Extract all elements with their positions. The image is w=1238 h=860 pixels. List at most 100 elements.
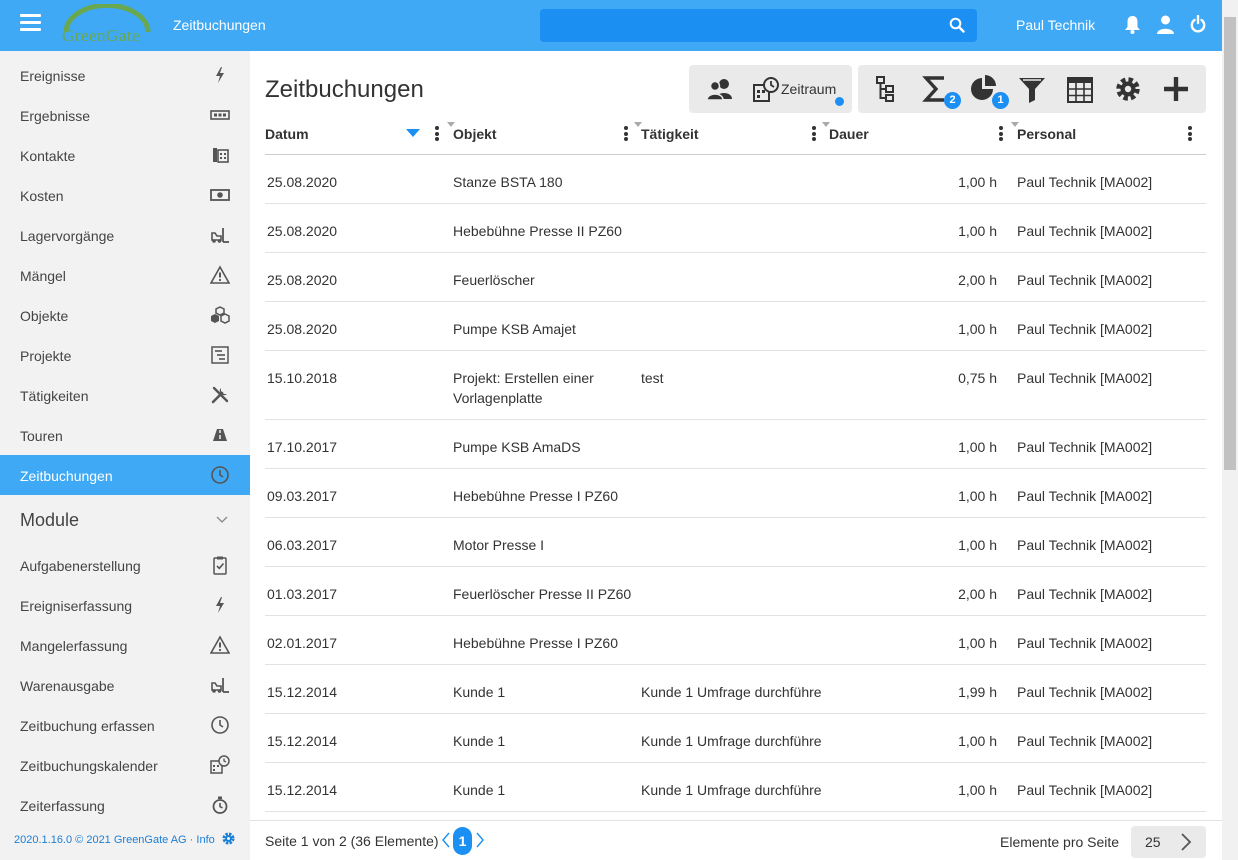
table-row[interactable]: 15.12.2014 Kunde 1 Kunde 1 Umfrage durch…: [265, 714, 1206, 763]
filter-icon[interactable]: [1017, 76, 1047, 104]
column-menu-dauer[interactable]: [999, 126, 1003, 141]
sidebar-item-ereignisse[interactable]: Ereignisse: [0, 55, 250, 95]
sidebar-item-label: Ereignisse: [20, 68, 86, 84]
stopwatch-icon: [212, 796, 228, 814]
sidebar-item-kontakte[interactable]: Kontakte: [0, 135, 250, 175]
cell-objekt: Kunde 1: [453, 733, 506, 749]
table-row[interactable]: 25.08.2020 Feuerlöscher 2,00 h Paul Tech…: [265, 253, 1206, 302]
table-row[interactable]: 17.10.2017 Pumpe KSB AmaDS 1,00 h Paul T…: [265, 420, 1206, 469]
column-menu-datum[interactable]: [435, 126, 439, 141]
table-icon[interactable]: [1065, 76, 1095, 104]
sort-descending-icon[interactable]: [406, 129, 420, 137]
per-page-select[interactable]: 25: [1131, 826, 1206, 858]
sidebar-item-kosten[interactable]: Kosten: [0, 175, 250, 215]
table-row[interactable]: 15.12.2014 Kunde 1 Kunde 1 Umfrage durch…: [265, 665, 1206, 714]
search-icon[interactable]: [949, 17, 965, 33]
column-header-datum[interactable]: Datum: [265, 126, 309, 142]
chevron-left-icon[interactable]: [441, 831, 451, 849]
sidebar-item-taetigkeiten[interactable]: Tätigkeiten: [0, 375, 250, 415]
table-row[interactable]: 06.03.2017 Motor Presse I 1,00 h Paul Te…: [265, 518, 1206, 567]
cell-objekt: Pumpe KSB AmaDS: [453, 439, 581, 455]
per-page-label: Elemente pro Seite: [1000, 834, 1120, 850]
clock-icon: [211, 466, 229, 484]
calendar-clock-icon: [210, 755, 230, 774]
sidebar-item-label: Zeitbuchungskalender: [20, 758, 158, 774]
page-button-current[interactable]: 1: [453, 827, 472, 855]
cell-personal: Paul Technik [MA002]: [1017, 272, 1153, 288]
sidebar-item-zeitbuchungen[interactable]: Zeitbuchungen: [0, 455, 250, 495]
version-info-link[interactable]: 2020.1.16.0 © 2021 GreenGate AG · Info: [14, 834, 215, 846]
chevron-down-icon: [216, 516, 228, 523]
cell-datum: 15.12.2014: [267, 684, 338, 700]
cell-datum: 15.10.2018: [267, 370, 338, 386]
users-icon[interactable]: [705, 76, 735, 104]
sidebar-item-label: Warenausgabe: [20, 678, 115, 694]
sidebar-item-label: Tätigkeiten: [20, 388, 89, 404]
chevron-right-icon[interactable]: [475, 831, 485, 849]
bell-icon[interactable]: [1124, 15, 1141, 34]
sum-badge: 2: [944, 92, 961, 109]
column-menu-taetigkeit[interactable]: [812, 126, 816, 141]
cubes-icon: [211, 306, 230, 324]
column-header-objekt[interactable]: Objekt: [453, 126, 497, 142]
sidebar-item-label: Kontakte: [20, 148, 76, 164]
cell-datum: 15.12.2014: [267, 782, 338, 798]
sidebar-item-label: Zeitbuchungen: [20, 468, 113, 484]
calendar-clock-icon[interactable]: [752, 76, 782, 104]
sidebar-item-warenausgabe[interactable]: Warenausgabe: [0, 665, 250, 705]
user-icon[interactable]: [1157, 15, 1174, 34]
zeitraum-button[interactable]: Zeitraum: [781, 81, 836, 97]
table-row[interactable]: 15.12.2014 Kunde 1 Kunde 1 Umfrage durch…: [265, 763, 1206, 812]
column-header-personal[interactable]: Personal: [1017, 126, 1076, 142]
page-scrollbar-thumb[interactable]: [1224, 17, 1236, 470]
pagination-summary: Seite 1 von 2 (36 Elemente): [265, 833, 439, 849]
warning-icon: [210, 265, 230, 284]
table-row[interactable]: 09.03.2017 Hebebühne Presse I PZ60 1,00 …: [265, 469, 1206, 518]
cell-datum: 25.08.2020: [267, 321, 338, 337]
tree-icon[interactable]: [871, 75, 901, 103]
counter-icon: [210, 110, 230, 120]
cell-dauer: 0,75 h: [958, 370, 997, 386]
sidebar-item-mangelerfassung[interactable]: Mangelerfassung: [0, 625, 250, 665]
phonebook-icon: [213, 148, 229, 163]
user-name[interactable]: Paul Technik: [1016, 17, 1095, 33]
version-footer: 2020.1.16.0 © 2021 GreenGate AG · Info: [0, 818, 250, 860]
cell-personal: Paul Technik [MA002]: [1017, 370, 1153, 386]
column-menu-personal[interactable]: [1188, 126, 1192, 141]
gear-icon[interactable]: [221, 831, 236, 846]
sidebar-item-zeitbuchungskalender[interactable]: Zeitbuchungskalender: [0, 745, 250, 785]
table-row[interactable]: 02.01.2017 Hebebühne Presse I PZ60 1,00 …: [265, 616, 1206, 665]
sidebar-item-label: Mängel: [20, 268, 66, 284]
table-row[interactable]: 25.08.2020 Stanze BSTA 180 1,00 h Paul T…: [265, 155, 1206, 204]
sidebar-item-maengel[interactable]: Mängel: [0, 255, 250, 295]
sidebar-item-ergebnisse[interactable]: Ergebnisse: [0, 95, 250, 135]
column-menu-objekt[interactable]: [624, 126, 628, 141]
cell-objekt: Hebebühne Presse I PZ60: [453, 635, 618, 651]
cell-dauer: 1,00 h: [958, 733, 997, 749]
table-row[interactable]: 25.08.2020 Hebebühne Presse II PZ60 1,00…: [265, 204, 1206, 253]
sidebar-item-label: Zeitbuchung erfassen: [20, 718, 155, 734]
sidebar-item-ereigniserfassung[interactable]: Ereigniserfassung: [0, 585, 250, 625]
add-icon[interactable]: [1161, 75, 1191, 103]
sidebar-item-zeitbuchung-erfassen[interactable]: Zeitbuchung erfassen: [0, 705, 250, 745]
sidebar-item-touren[interactable]: Touren: [0, 415, 250, 455]
power-icon[interactable]: [1190, 15, 1206, 33]
sidebar-item-projekte[interactable]: Projekte: [0, 335, 250, 375]
table-row[interactable]: 15.10.2018 Projekt: Erstellen einer Vorl…: [265, 351, 1206, 420]
column-header-dauer[interactable]: Dauer: [829, 126, 869, 142]
cell-dauer: 1,00 h: [958, 537, 997, 553]
table-row[interactable]: 25.08.2020 Pumpe KSB Amajet 1,00 h Paul …: [265, 302, 1206, 351]
sidebar-item-lagervorgaenge[interactable]: Lagervorgänge: [0, 215, 250, 255]
sidebar-item-label: Objekte: [20, 308, 69, 324]
sidebar-item-label: Ergebnisse: [20, 108, 91, 124]
menu-icon[interactable]: [20, 14, 41, 32]
sidebar-item-aufgabenerstellung[interactable]: Aufgabenerstellung: [0, 545, 250, 585]
column-header-taetigkeit[interactable]: Tätigkeit: [641, 126, 699, 142]
cell-datum: 09.03.2017: [267, 488, 338, 504]
table-row[interactable]: 01.03.2017 Feuerlöscher Presse II PZ60 2…: [265, 567, 1206, 616]
settings-gear-icon[interactable]: [1113, 75, 1143, 103]
search-input[interactable]: [540, 9, 977, 42]
sidebar-item-objekte[interactable]: Objekte: [0, 295, 250, 335]
module-section-toggle[interactable]: Module: [0, 498, 250, 542]
chevron-right-icon[interactable]: [1179, 832, 1193, 852]
